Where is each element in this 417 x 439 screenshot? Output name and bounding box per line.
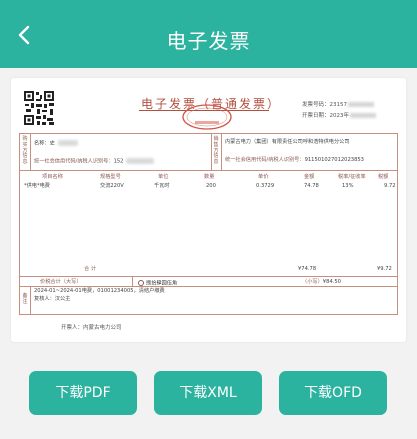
total-tax: ¥9.72: [377, 266, 392, 272]
col-tax-rate: 税率/征收率: [338, 174, 366, 180]
item-tax-rate: 13%: [342, 183, 354, 189]
invoice-date: 开票日期：2023年: [302, 111, 377, 119]
col-qty: 数量: [204, 174, 215, 180]
remarks-line-1: 2024-01~2024-01电费，01001234005，清结户缴费: [34, 288, 165, 294]
item-unit: 千瓦时: [154, 183, 170, 189]
invoice-number: 发票号码：23157: [302, 100, 375, 108]
grand-total-label: 价税合计（大写）: [40, 279, 82, 285]
download-xml-button[interactable]: 下载XML: [154, 371, 262, 415]
invoice-preview: 电子发票（普通发票） 发票号码：23157 开票日期：2023年 购买方信息 销…: [11, 78, 406, 342]
seller-taxid: 统一社会信用代码/纳税人识别号：911501027012023853: [225, 157, 364, 163]
download-ofd-button[interactable]: 下载OFD: [279, 371, 387, 415]
total-label: 合 计: [84, 266, 97, 272]
seller-section-label: 销售方信息: [213, 136, 219, 165]
item-amount: 74.78: [304, 183, 319, 189]
col-tax: 税额: [378, 174, 389, 180]
item-price: 0.3729: [256, 183, 275, 189]
remarks-line-2: 复核人：汉公主: [34, 296, 71, 302]
qr-code-icon: [23, 90, 55, 126]
buyer-name: 名称：史: [34, 140, 78, 147]
item-name: *供电*电费: [24, 183, 50, 189]
item-tax: 9.72: [384, 183, 396, 189]
app-header: 电子发票: [0, 0, 417, 68]
item-spec: 交流220V: [100, 183, 124, 189]
col-price: 单价: [258, 174, 269, 180]
remarks-label: 备注: [22, 293, 28, 305]
col-item-name: 项目名称: [42, 174, 63, 180]
download-pdf-button[interactable]: 下载PDF: [29, 371, 137, 415]
page-title: 电子发票: [166, 29, 251, 53]
item-qty: 200: [206, 183, 216, 189]
buyer-taxid: 统一社会信用代码/纳税人识别号：152: [34, 158, 155, 165]
issuer: 开票人：内蒙古电力公司: [61, 325, 122, 331]
buyer-section-label: 购买方信息: [22, 136, 28, 165]
col-amount: 金额: [304, 174, 315, 180]
col-unit: 单位: [158, 174, 169, 180]
col-spec: 规格型号: [100, 174, 121, 180]
grand-total-small: （小写）¥84.50: [302, 279, 341, 285]
total-amount: ¥74.78: [298, 266, 317, 272]
invoice-table: 购买方信息 销售方信息 名称：史 统一社会信用代码/纳税人识别号：152 内蒙古…: [19, 133, 398, 315]
official-seal-icon: [181, 103, 233, 131]
seller-name: 内蒙古电力（集团）有限责任公司呼和浩特供电分公司: [225, 139, 350, 145]
